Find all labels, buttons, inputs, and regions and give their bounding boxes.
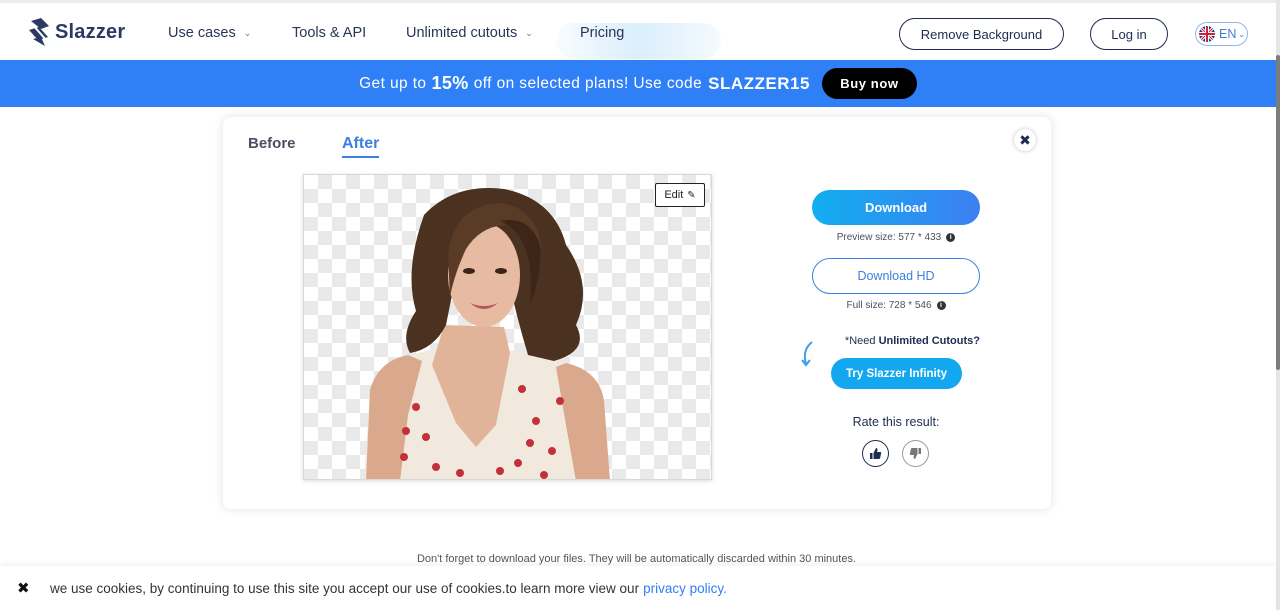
promo-code: SLAZZER15 [708, 73, 810, 93]
nav-use-cases-label: Use cases [168, 25, 236, 41]
thumbs-up-button[interactable] [862, 440, 889, 467]
nav-unlimited-cutouts[interactable]: Unlimited cutouts ⌄ [406, 25, 533, 41]
chevron-down-icon: ⌄ [243, 27, 252, 38]
discard-notice: Don't forget to download your files. The… [416, 553, 857, 565]
brand-name: Slazzer [55, 20, 126, 43]
tab-after[interactable]: After [342, 135, 379, 153]
brand-logo[interactable]: Slazzer [27, 17, 125, 47]
full-size-label: Full size: 728 * 546 [846, 300, 932, 311]
uk-flag-icon [1199, 26, 1215, 42]
nav-pricing[interactable]: Pricing [580, 25, 624, 41]
nav-use-cases[interactable]: Use cases ⌄ [168, 25, 251, 41]
tab-before[interactable]: Before [248, 135, 296, 152]
preview-size-label: Preview size: 577 * 433 [836, 232, 942, 243]
cookie-banner: ✖ we use cookies, by continuing to use t… [0, 566, 1276, 610]
edit-label: Edit [664, 189, 684, 201]
login-button[interactable]: Log in [1090, 18, 1168, 50]
thumbs-up-icon [870, 448, 882, 459]
preview-size-text: Preview size: 577 * 433 i [812, 232, 980, 243]
promo-banner: Get up to 15% off on selected plans! Use… [0, 60, 1276, 107]
nav-unlimited-cutouts-label: Unlimited cutouts [406, 25, 518, 41]
nav-tools-api-label: Tools & API [292, 25, 367, 41]
language-label: EN [1219, 27, 1237, 41]
download-hd-button[interactable]: Download HD [812, 258, 980, 294]
result-image-preview: Edit ✎ [303, 174, 712, 480]
scrollbar-thumb[interactable] [1276, 55, 1280, 370]
pencil-icon: ✎ [687, 189, 696, 201]
edit-button[interactable]: Edit ✎ [655, 183, 705, 207]
login-label: Log in [1111, 26, 1147, 42]
try-label: Try Slazzer Infinity [846, 367, 947, 380]
cookie-text: we use cookies, by continuing to use thi… [50, 580, 640, 596]
slazzer-logo-icon [29, 18, 49, 46]
chevron-down-icon: ⌄ [1238, 29, 1246, 39]
thumbs-down-icon [909, 448, 921, 459]
top-navigation: Slazzer Use cases ⌄ Tools & API Unlimite… [0, 0, 1276, 60]
download-label: Download [864, 200, 928, 215]
try-slazzer-infinity-button[interactable]: Try Slazzer Infinity [831, 358, 962, 389]
close-icon[interactable]: ✖ [17, 579, 37, 597]
download-hd-label: Download HD [857, 269, 935, 283]
buy-now-label: Buy now [840, 76, 899, 91]
privacy-policy-link[interactable]: privacy policy. [643, 581, 727, 596]
nav-pricing-label: Pricing [580, 25, 625, 41]
thumbs-down-button[interactable] [902, 440, 929, 467]
chevron-down-icon: ⌄ [525, 27, 533, 38]
need-bold: Unlimited Cutouts? [878, 335, 980, 347]
promo-discount: 15% [431, 73, 469, 93]
info-icon[interactable]: i [946, 233, 956, 242]
unlimited-cutouts-prompt: *Need Unlimited Cutouts? [812, 335, 980, 347]
rate-result-label: Rate this result: [852, 415, 940, 429]
info-icon[interactable]: i [936, 301, 946, 310]
full-size-text: Full size: 728 * 546 i [812, 300, 980, 311]
remove-background-label: Remove Background [920, 26, 1043, 42]
active-tab-indicator [342, 156, 379, 158]
download-button[interactable]: Download [812, 190, 980, 225]
nav-tools-api[interactable]: Tools & API [292, 25, 366, 41]
need-prefix: *Need [844, 335, 876, 347]
remove-background-button[interactable]: Remove Background [899, 18, 1064, 50]
buy-now-button[interactable]: Buy now [821, 68, 917, 99]
result-card: Before After ✖ Edit ✎ Download Preview s… [223, 117, 1051, 509]
close-icon[interactable]: ✖ [1014, 129, 1036, 151]
language-selector[interactable]: EN ⌄ [1195, 22, 1248, 46]
promo-text-prefix: Get up to [359, 74, 427, 92]
promo-text-middle: off on selected plans! Use code [473, 74, 703, 92]
woman-portrait-image [364, 188, 610, 479]
